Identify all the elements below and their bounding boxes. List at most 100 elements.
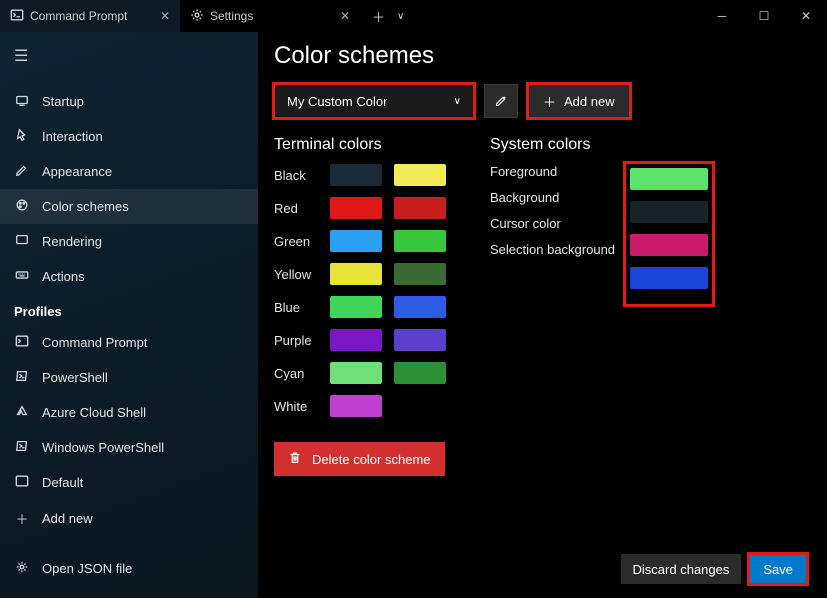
- dropdown-value: My Custom Color: [287, 94, 387, 109]
- interaction-icon: [14, 128, 30, 145]
- close-icon[interactable]: ✕: [340, 9, 350, 23]
- terminal-icon: [14, 474, 30, 491]
- color-row: Purple: [274, 329, 446, 351]
- titlebar: Command Prompt ✕ Settings ✕ ＋ ∨ ─ ☐ ✕: [0, 0, 827, 32]
- system-color-label: Selection background: [490, 242, 620, 257]
- save-button[interactable]: Save: [749, 554, 807, 584]
- maximize-button[interactable]: ☐: [743, 0, 785, 32]
- color-swatch-dark[interactable]: [330, 164, 382, 186]
- color-label: Red: [274, 201, 318, 216]
- close-icon[interactable]: ✕: [160, 9, 170, 23]
- window-controls: ─ ☐ ✕: [701, 0, 827, 32]
- azure-icon: [14, 404, 30, 421]
- sidebar-item-label: Open JSON file: [42, 561, 132, 576]
- sidebar-item-interaction[interactable]: Interaction: [0, 119, 258, 154]
- plus-icon: ＋: [14, 509, 30, 528]
- sidebar-item-label: Command Prompt: [42, 335, 147, 350]
- hamburger-button[interactable]: ☰: [0, 38, 258, 74]
- terminal-icon: [14, 334, 30, 351]
- sidebar-item-label: Interaction: [42, 129, 103, 144]
- rendering-icon: [14, 233, 30, 250]
- color-row: Yellow: [274, 263, 446, 285]
- system-colors-column: System colors Foreground Background Cursor…: [490, 136, 712, 476]
- system-color-label: Foreground: [490, 164, 620, 179]
- sidebar-item-actions[interactable]: Actions: [0, 259, 258, 294]
- color-label: Blue: [274, 300, 318, 315]
- profile-powershell[interactable]: PowerShell: [0, 360, 258, 395]
- sidebar-item-label: PowerShell: [42, 370, 108, 385]
- color-swatch-dark[interactable]: [330, 197, 382, 219]
- color-label: Yellow: [274, 267, 318, 282]
- main-panel: Color schemes My Custom Color ∨ ＋ Add ne…: [258, 32, 827, 598]
- discard-button[interactable]: Discard changes: [621, 554, 742, 584]
- system-color-swatch[interactable]: [630, 201, 708, 223]
- sidebar-item-label: Appearance: [42, 164, 112, 179]
- color-row: Blue: [274, 296, 446, 318]
- sidebar-item-appearance[interactable]: Appearance: [0, 154, 258, 189]
- rename-button[interactable]: [484, 84, 518, 118]
- powershell-icon: [14, 439, 30, 456]
- page-title: Color schemes: [274, 42, 807, 70]
- sidebar-item-label: Azure Cloud Shell: [42, 405, 146, 420]
- color-row: Red: [274, 197, 446, 219]
- profile-azure[interactable]: Azure Cloud Shell: [0, 395, 258, 430]
- color-swatch-dark[interactable]: [330, 362, 382, 384]
- bottom-bar: Discard changes Save: [274, 540, 807, 584]
- gear-icon: [190, 8, 204, 25]
- profiles-heading: Profiles: [0, 294, 258, 325]
- color-swatch-dark[interactable]: [330, 329, 382, 351]
- profile-command-prompt[interactable]: Command Prompt: [0, 325, 258, 360]
- color-swatch-dark[interactable]: [330, 296, 382, 318]
- system-color-swatch[interactable]: [630, 267, 708, 289]
- sidebar-item-label: Add new: [42, 511, 93, 526]
- open-json-file[interactable]: Open JSON file: [0, 551, 258, 586]
- color-swatch-bright[interactable]: [394, 362, 446, 384]
- color-swatch-dark[interactable]: [330, 395, 382, 417]
- palette-icon: [14, 198, 30, 215]
- new-tab-button[interactable]: ＋: [372, 7, 385, 26]
- appearance-icon: [14, 163, 30, 180]
- profile-default[interactable]: Default: [0, 465, 258, 500]
- system-color-label: Background: [490, 190, 620, 205]
- color-swatch-bright[interactable]: [394, 230, 446, 252]
- delete-label: Delete color scheme: [312, 452, 431, 467]
- trash-icon: [288, 451, 302, 468]
- profile-windows-powershell[interactable]: Windows PowerShell: [0, 430, 258, 465]
- sidebar-item-startup[interactable]: Startup: [0, 84, 258, 119]
- color-row: Black: [274, 164, 446, 186]
- system-color-swatch[interactable]: [630, 234, 708, 256]
- close-window-button[interactable]: ✕: [785, 0, 827, 32]
- color-swatch-bright[interactable]: [394, 395, 446, 417]
- color-label: White: [274, 399, 318, 414]
- plus-icon: ＋: [543, 92, 556, 111]
- system-color-label: Cursor color: [490, 216, 620, 231]
- add-new-button[interactable]: ＋ Add new: [528, 84, 630, 118]
- color-swatch-bright[interactable]: [394, 329, 446, 351]
- tab-command-prompt[interactable]: Command Prompt ✕: [0, 0, 180, 32]
- color-swatch-bright[interactable]: [394, 164, 446, 186]
- color-swatch-bright[interactable]: [394, 197, 446, 219]
- tab-label: Command Prompt: [30, 9, 127, 23]
- startup-icon: [14, 93, 30, 110]
- sidebar: ☰ Startup Interaction Appearance Color s…: [0, 32, 258, 598]
- profile-add-new[interactable]: ＋ Add new: [0, 500, 258, 537]
- color-swatch-dark[interactable]: [330, 263, 382, 285]
- terminal-colors-heading: Terminal colors: [274, 136, 446, 154]
- add-new-label: Add new: [564, 94, 615, 109]
- system-color-swatch[interactable]: [630, 168, 708, 190]
- color-swatch-bright[interactable]: [394, 296, 446, 318]
- minimize-button[interactable]: ─: [701, 0, 743, 32]
- system-colors-heading: System colors: [490, 136, 712, 154]
- sidebar-item-color-schemes[interactable]: Color schemes: [0, 189, 258, 224]
- delete-scheme-button[interactable]: Delete color scheme: [274, 442, 445, 476]
- terminal-colors-column: Terminal colors BlackRedGreenYellowBlueP…: [274, 136, 446, 476]
- terminal-icon: [10, 8, 24, 25]
- powershell-icon: [14, 369, 30, 386]
- tab-label: Settings: [210, 9, 253, 23]
- tab-settings[interactable]: Settings ✕: [180, 0, 360, 32]
- sidebar-item-rendering[interactable]: Rendering: [0, 224, 258, 259]
- color-swatch-bright[interactable]: [394, 263, 446, 285]
- tab-dropdown-button[interactable]: ∨: [397, 11, 404, 22]
- scheme-dropdown[interactable]: My Custom Color ∨: [274, 84, 474, 118]
- color-swatch-dark[interactable]: [330, 230, 382, 252]
